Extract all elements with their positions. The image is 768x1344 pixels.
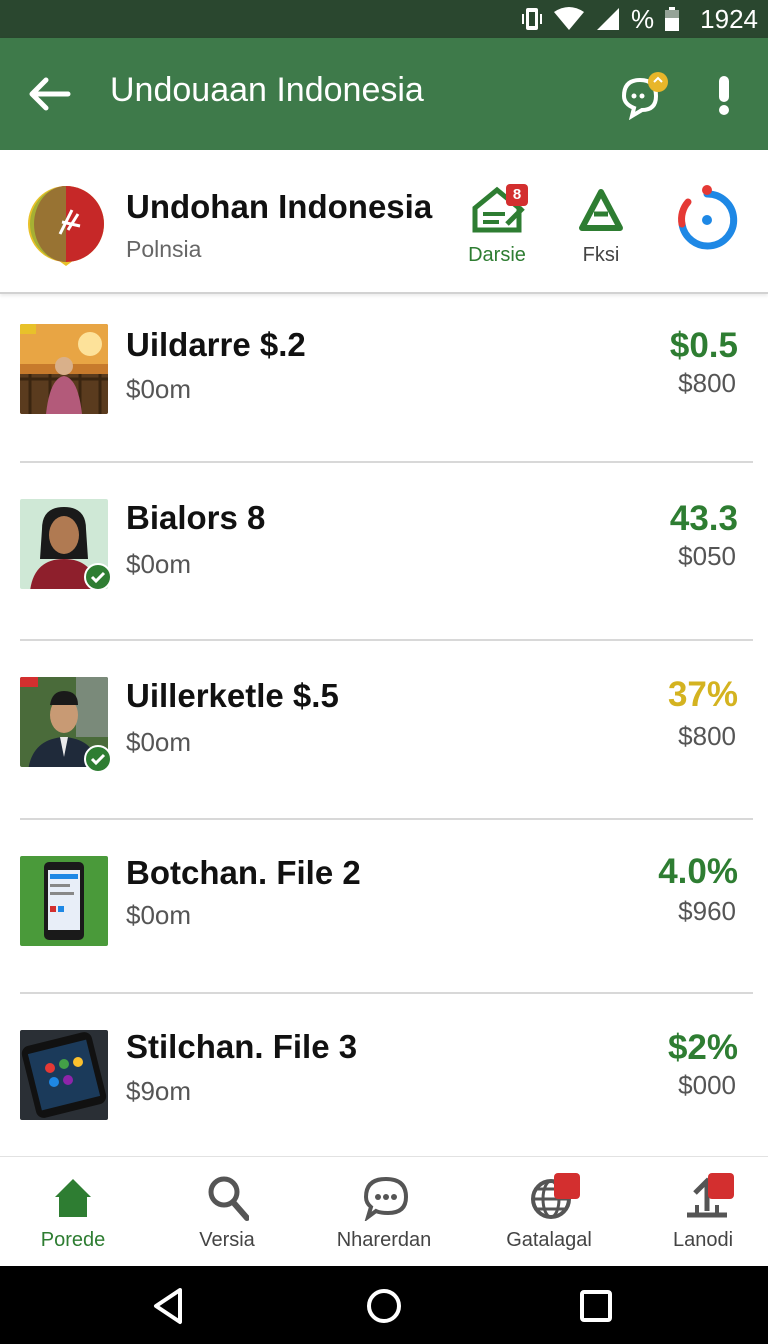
triangle-icon [579, 189, 623, 231]
list-item[interactable]: Botchan. File 2 $0om 4.0% $960 [0, 820, 768, 992]
item-title: Uildarre $.2 [126, 326, 306, 363]
search-icon [208, 1176, 249, 1221]
refresh-ring-icon [678, 185, 738, 250]
profile-name: Undohan Indonesia [126, 188, 433, 225]
item-price: $800 [678, 368, 736, 398]
battery-icon [664, 6, 680, 32]
action-badge: 8 [506, 184, 528, 206]
profile-header: Undohan Indonesia Polnsia 8 Darsie Fksi [0, 150, 768, 294]
wifi-icon [553, 6, 585, 32]
signal-icon [595, 6, 621, 32]
status-percent: % [631, 3, 655, 34]
item-price: $800 [678, 721, 736, 751]
vibrate-icon [521, 6, 543, 32]
item-subtitle: $0om [126, 900, 192, 930]
app-bar: Undouaan Indonesia [0, 38, 768, 150]
alert-icon[interactable] [712, 72, 736, 118]
item-value: $2% [667, 1028, 738, 1067]
bottom-nav: Porede Versia Nharerdan Gatalagal Lanodi [0, 1156, 768, 1267]
item-value: 4.0% [658, 852, 738, 891]
item-title: Stilchan. File 3 [126, 1028, 358, 1065]
item-title: Uillerketle $.5 [126, 677, 339, 714]
chat-icon [364, 1176, 408, 1221]
chat-notification-icon[interactable] [618, 72, 668, 121]
item-thumbnail [20, 856, 108, 946]
list-item[interactable]: Stilchan. File 3 $9om $2% $000 [0, 994, 768, 1156]
notification-badge-icon [554, 1173, 628, 1212]
app-title: Undouaan Indonesia [110, 71, 424, 109]
brand-logo [26, 180, 106, 270]
profile-action-refresh[interactable] [662, 184, 752, 274]
item-value: 43.3 [669, 499, 738, 538]
system-nav-bar [0, 1266, 768, 1344]
item-title: Bialors 8 [126, 499, 266, 536]
recents-square-icon[interactable] [578, 1286, 614, 1326]
item-price: $000 [678, 1070, 736, 1100]
nav-label: Nharerdan [336, 1229, 432, 1251]
item-title: Botchan. File 2 [126, 854, 361, 891]
item-thumbnail [20, 324, 108, 414]
nav-label: Gatalagal [506, 1229, 592, 1251]
list-item[interactable]: Uillerketle $.5 $0om 37% $800 [0, 641, 768, 819]
verified-check-icon [84, 563, 112, 591]
notification-badge-icon [708, 1173, 734, 1199]
status-time: 1924 [700, 3, 758, 34]
profile-action-fksi[interactable]: Fksi [556, 184, 646, 274]
nav-label: Lanodi [672, 1229, 734, 1251]
item-price: $050 [678, 541, 736, 571]
list-item[interactable]: Bialors 8 $0om 43.3 $050 [0, 463, 768, 641]
item-subtitle: $0om [126, 549, 192, 579]
profile-action-label: Darsie [468, 244, 526, 266]
nav-item-nharerdan[interactable]: Nharerdan [309, 1157, 459, 1267]
item-value: $0.5 [669, 326, 738, 365]
profile-subtitle: Polnsia [126, 236, 202, 262]
verified-check-icon [84, 745, 112, 773]
profile-action-label: Fksi [582, 244, 620, 266]
back-arrow-icon[interactable] [28, 74, 72, 114]
item-subtitle: $0om [126, 374, 192, 404]
nav-item-versia[interactable]: Versia [152, 1157, 302, 1267]
nav-item-porede[interactable]: Porede [0, 1157, 148, 1267]
nav-label: Versia [199, 1229, 255, 1251]
home-circle-icon[interactable] [364, 1286, 404, 1326]
status-bar: % 1924 [0, 0, 768, 38]
nav-item-lanodi[interactable]: Lanodi [628, 1157, 768, 1267]
nav-item-gatalagal[interactable]: Gatalagal [474, 1157, 628, 1267]
item-subtitle: $9om [126, 1076, 192, 1106]
item-thumbnail [20, 1030, 108, 1120]
item-list: Uildarre $.2 $0om $0.5 $800 Bialors 8 $0… [0, 294, 768, 1156]
item-subtitle: $0om [126, 727, 192, 757]
nav-label: Porede [40, 1229, 106, 1251]
home-icon [55, 1179, 91, 1217]
back-triangle-icon[interactable] [150, 1286, 186, 1326]
list-item[interactable]: Uildarre $.2 $0om $0.5 $800 [0, 294, 768, 462]
item-price: $960 [678, 896, 736, 926]
profile-action-darsie[interactable]: 8 Darsie [452, 184, 542, 274]
item-value: 37% [667, 675, 738, 714]
